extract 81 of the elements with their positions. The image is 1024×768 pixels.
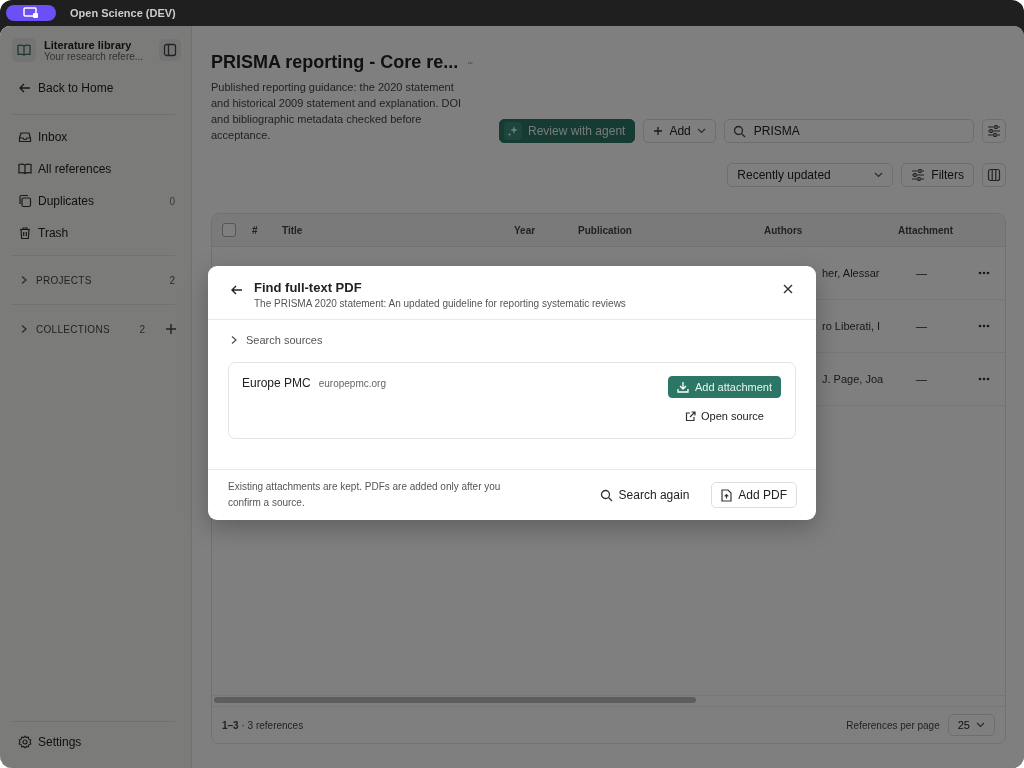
- back-icon[interactable]: [230, 283, 244, 297]
- section-count: 2: [139, 323, 145, 335]
- dialog-note: Existing attachments are kept. PDFs are added only after you confirm a source.: [228, 480, 502, 510]
- app-badge[interactable]: [6, 5, 56, 21]
- nav-item[interactable]: Trash: [12, 217, 181, 249]
- chevron-icon: [230, 335, 238, 345]
- sparkle-icon: [504, 122, 522, 140]
- search-sources-toggle[interactable]: Search sources: [228, 334, 323, 346]
- sliders-icon: [911, 169, 926, 181]
- dialog-title: Find full-text PDF: [254, 280, 363, 295]
- settings-link[interactable]: Settings: [12, 728, 181, 756]
- table-cell: —: [916, 267, 927, 279]
- nav-item[interactable]: Duplicates 0: [12, 185, 181, 217]
- nav-item[interactable]: All references: [12, 153, 181, 185]
- sliders-icon: [987, 125, 1001, 137]
- download-icon: [676, 381, 689, 393]
- trash-icon: [18, 226, 32, 240]
- source-domain: europepmc.org: [318, 378, 386, 389]
- library-subtitle: Your research refere...: [44, 50, 145, 62]
- section-toggle[interactable]: PROJECTS: [20, 274, 170, 286]
- inbox-icon: [18, 130, 32, 144]
- file-upload-icon: [721, 488, 733, 502]
- column-header: Title: [282, 224, 304, 236]
- book-icon: [12, 38, 36, 62]
- sidebar-toggle-button[interactable]: [159, 39, 181, 61]
- caret-icon: [696, 128, 706, 134]
- page-description: Published reporting guidance: the 2020 statement and historical 2009 statement and explanation. DOI and bibliographic metadata checked before acceptance.: [211, 80, 463, 143]
- section-toggle[interactable]: COLLECTIONS: [20, 323, 140, 335]
- chevron-icon: [20, 324, 28, 334]
- nav-item[interactable]: Inbox: [12, 121, 181, 153]
- review-button[interactable]: Review with agent: [499, 119, 636, 143]
- table-cell: —: [916, 320, 927, 332]
- section-count: 2: [169, 274, 175, 286]
- caret-icon: [976, 722, 985, 728]
- table-cell: —: [916, 373, 927, 385]
- add-pdf-button[interactable]: Add PDF: [711, 482, 797, 508]
- book-icon: [18, 162, 32, 176]
- chevron-icon: [20, 275, 28, 285]
- per-page-label: References per page: [846, 719, 940, 731]
- app-title: Open Science (DEV): [70, 7, 176, 19]
- settings-button[interactable]: [982, 119, 1006, 143]
- row-menu-icon[interactable]: [977, 377, 990, 381]
- laptop-icon: [23, 7, 39, 19]
- table-cell: her, Alessar: [822, 267, 880, 279]
- external-link-icon: [684, 410, 696, 422]
- columns-icon: [987, 168, 1001, 182]
- page-title: PRISMA reporting - Core re...: [211, 52, 459, 73]
- close-icon[interactable]: [782, 283, 794, 295]
- columns-button[interactable]: [982, 163, 1006, 187]
- column-header: Authors: [763, 224, 804, 236]
- library-title: Literature library: [44, 38, 133, 51]
- back-link[interactable]: Back to Home: [12, 72, 181, 104]
- scrollbar-thumb[interactable]: [214, 697, 696, 703]
- sort-select[interactable]: Recently updated: [727, 163, 894, 187]
- search-again-button[interactable]: Search again: [593, 487, 696, 503]
- column-header: Publication: [578, 224, 633, 236]
- open-source-link[interactable]: Open source: [684, 406, 764, 426]
- source-name: Europe PMC: [242, 376, 311, 390]
- arrow-left-icon: [18, 81, 32, 95]
- item-count: 0: [169, 195, 176, 207]
- caret-icon: [874, 172, 884, 178]
- copy-icon: [18, 194, 32, 208]
- table-cell: ro Liberati, I: [822, 320, 881, 332]
- plus-icon[interactable]: [165, 323, 177, 335]
- select-all-checkbox[interactable]: [222, 223, 236, 237]
- column-header: Year: [514, 224, 537, 236]
- gear-icon: [18, 735, 32, 749]
- column-header: #: [252, 224, 259, 236]
- table-cell: J. Page, Joa: [822, 373, 884, 385]
- per-page-select[interactable]: 25: [947, 714, 995, 736]
- add-attachment-button[interactable]: Add attachment: [667, 376, 781, 398]
- search-field[interactable]: PRISMA: [723, 119, 974, 143]
- dialog-subtitle: The PRISMA 2020 statement: An updated guideline for reporting systematic reviews: [254, 298, 627, 309]
- row-menu-icon[interactable]: [977, 271, 990, 275]
- row-menu-icon[interactable]: [977, 324, 990, 328]
- column-header: Attachment: [898, 224, 954, 236]
- results-summary: 1–3 · 3 references: [222, 719, 305, 731]
- search-icon: [599, 488, 613, 502]
- filters-button[interactable]: Filters: [901, 163, 974, 187]
- add-button[interactable]: Add: [643, 119, 716, 143]
- plus-icon: [653, 126, 664, 136]
